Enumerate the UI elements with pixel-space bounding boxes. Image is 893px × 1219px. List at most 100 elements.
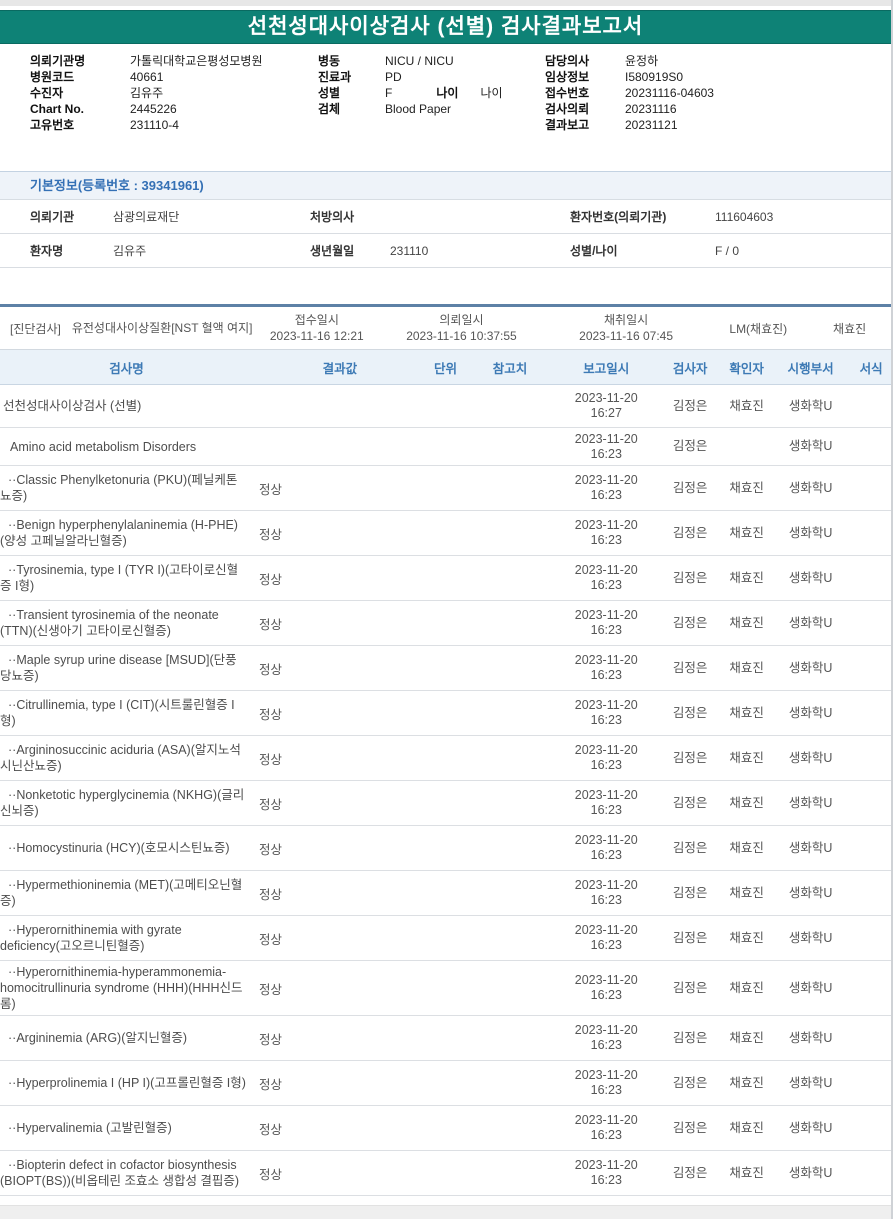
received-label: 접수일시 [294,313,339,327]
reported-datetime-cell: 2023-11-20 16:23 [556,1023,657,1053]
reported-time: 16:23 [590,758,622,772]
info-field-value: 삼광의료재단 [113,210,180,224]
test-name-cell: ··Hyperornithinemia with gyrate deficien… [0,923,182,953]
field-value: Blood Paper [385,102,452,116]
info-field-value: F / 0 [715,243,740,258]
verifier-cell: 채효진 [729,570,764,585]
department-cell: 생화학U [788,615,833,630]
department-cell: 생화학U [788,1165,833,1180]
table-row: ··Argininemia (ARG)(알지닌혈증) 정상 2023-11-20 16… [0,1016,891,1061]
verifier-cell: 채효진 [729,1120,764,1135]
info-field-value: 김유주 [113,244,147,258]
info-field-label: 처방의사 [310,210,355,224]
reported-datetime-cell: 2023-11-20 16:23 [556,1158,657,1188]
field-value: 가톨릭대학교은평성모병원 [130,54,263,68]
tester-cell: 김정은 [672,660,708,675]
table-row: ··Argininosuccinic aciduria (ASA)(알지노석시닌… [0,736,891,781]
field-value: F [385,86,393,100]
received-datetime: 접수일시 2023-11-16 12:21 [254,312,379,344]
test-name-cell: Amino acid metabolism Disorders [10,439,197,454]
basic-info-table: 의뢰기관 삼광의료재단 처방의사 환자번호(의뢰기관) 111604603 환자명 김유주 생… [0,200,891,268]
result-value-cell: 정상 [259,887,283,902]
reported-time: 16:23 [590,938,622,952]
department-cell: 생화학U [788,660,833,675]
department-cell: 생화학U [788,570,833,585]
field-label: 담당의사 [545,54,590,68]
column-header-result: 결과값 [322,361,358,376]
tester-cell: 김정은 [672,480,708,495]
header-field: 검체 Blood Paper [318,101,503,117]
report-title-bar: 선천성대사이상검사 (선별) 검사결과보고서 [0,10,891,44]
department-cell: 생화학U [788,1120,833,1135]
verifier-cell: 채효진 [729,525,764,540]
reported-time: 16:23 [590,533,622,547]
field-label: 병원코드 [30,70,75,84]
basic-info-row: 환자명 김유주 생년월일 231110 성별/나이 F / 0 [0,234,891,268]
header-field: 결과보고 20231121 [545,117,714,133]
tester-cell: 김정은 [672,795,708,810]
result-value-cell: 정상 [259,482,283,497]
collected-label: 채취일시 [604,313,649,327]
reported-time: 16:23 [590,1083,622,1097]
result-value-cell: 정상 [259,1167,283,1182]
header-group-right: 담당의사 윤정하 임상정보 I580919S0 접수번호 20231116-04603 검사… [545,53,714,133]
test-name-cell: ··Hyperprolinemia I (HP I)(고프롤린혈증 I형) [8,1076,246,1090]
reported-date: 2023-11-20 [574,563,638,577]
header-field: 임상정보 I580919S0 [545,69,714,85]
reported-date: 2023-11-20 [574,518,638,532]
verifier-cell: 채효진 [729,1075,764,1090]
test-name-cell: ··Benign hyperphenylalaninemia (H-PHE)(양… [0,518,238,548]
column-header-form: 서식 [859,361,883,376]
result-value-cell: 정상 [259,797,283,812]
reported-datetime-cell: 2023-11-20 16:23 [556,608,657,638]
result-value-cell: 정상 [259,707,283,722]
tester-cell: 김정은 [672,1030,708,1045]
reported-time: 16:23 [590,578,622,592]
reported-date: 2023-11-20 [574,833,638,847]
table-row: ··Maple syrup urine disease [MSUD](단풍당뇨증… [0,646,891,691]
requested-datetime: 의뢰일시 2023-11-16 10:37:55 [379,312,544,344]
reported-date: 2023-11-20 [574,431,638,446]
department-cell: 생화학U [788,705,833,720]
field-label: 성별 [318,86,341,100]
tester-cell: 김정은 [672,1075,708,1090]
reported-date: 2023-11-20 [574,923,638,937]
collected-value: 2023-11-16 07:45 [579,329,674,343]
table-row: ··Transient tyrosinemia of the neonate (… [0,601,891,646]
department-cell: 생화학U [788,1030,833,1045]
header-field: 수진자 김유주 [30,85,262,101]
header-field: 병원코드 40661 [30,69,262,85]
test-name-cell: ··Transient tyrosinemia of the neonate (… [0,608,219,638]
department-cell: 생화학U [788,980,833,995]
reported-date: 2023-11-20 [574,473,638,487]
info-field-label: 생년월일 [310,244,355,258]
reported-datetime-cell: 2023-11-20 16:23 [556,973,657,1003]
test-name-cell: ··Hyperornithinemia-hyperammonemia-homoc… [0,965,243,1011]
page-title: 선천성대사이상검사 (선별) 검사결과보고서 [247,15,644,38]
info-field-value: 111604603 [715,209,774,224]
header-field: Chart No. 2445226 [30,101,262,117]
test-name-cell: ··Tyrosinemia, type I (TYR I)(고타이로신혈증 I형… [0,563,239,593]
test-name-cell: ··Citrullinemia, type I (CIT)(시트룰린혈증 I형) [0,698,235,728]
reported-date: 2023-11-20 [574,1023,638,1037]
field-label: Chart No. [30,102,84,116]
reported-time: 16:27 [590,406,622,420]
horizontal-scrollbar[interactable] [0,1205,891,1219]
table-row: ··Hyperornithinemia-hyperammonemia-homoc… [0,961,891,1016]
field-label: 수진자 [30,86,64,100]
reported-time: 16:23 [590,988,622,1002]
reported-time: 16:23 [590,1173,622,1187]
basic-info-row: 의뢰기관 삼광의료재단 처방의사 환자번호(의뢰기관) 111604603 [0,200,891,234]
diagnosis-strip: [진단검사] 유전성대사이상질환[NST 혈액 여지] 접수일시 2023-11… [0,307,891,350]
reported-datetime-cell: 2023-11-20 16:23 [556,923,657,953]
verifier-cell: 채효진 [729,1030,764,1045]
column-header-verifier: 확인자 [729,361,764,376]
department-cell: 생화학U [788,439,833,453]
result-value-cell: 정상 [259,932,283,947]
reported-time: 16:23 [590,1128,622,1142]
department-cell: 생화학U [788,750,833,765]
basic-info-section-title: 기본정보(등록번호 : 39341961) [0,171,891,200]
result-value-cell: 정상 [259,842,283,857]
field-value: PD [385,70,402,84]
collected-datetime: 채취일시 2023-11-16 07:45 [544,312,709,344]
